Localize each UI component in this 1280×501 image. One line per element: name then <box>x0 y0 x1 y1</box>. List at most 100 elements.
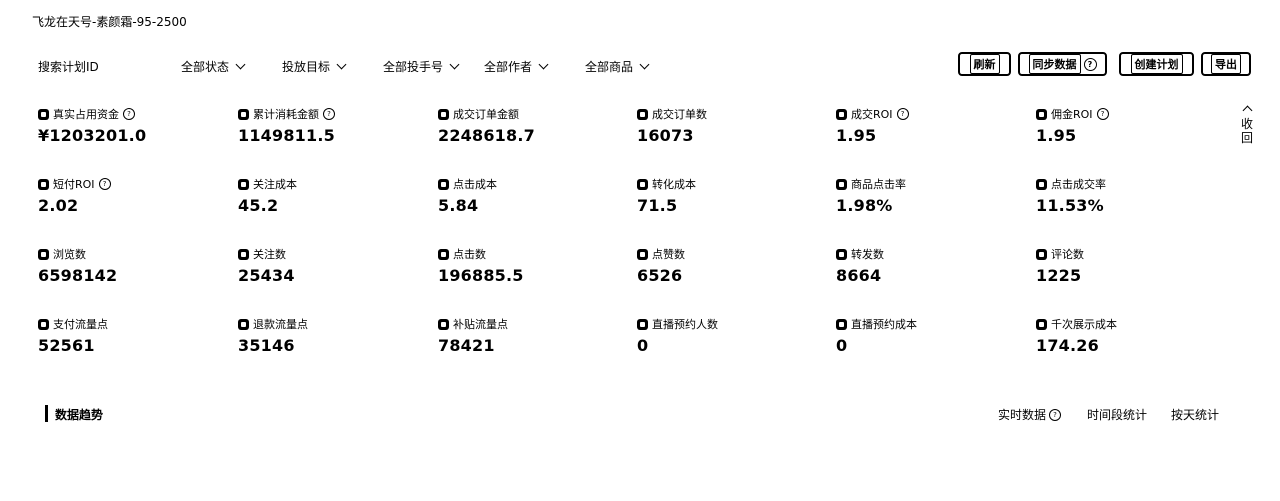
metric-icon <box>637 178 648 190</box>
metric-value: 25434 <box>238 266 295 285</box>
tab-daily-stats[interactable]: 按天统计 <box>1171 406 1219 423</box>
metric-value: 45.2 <box>238 196 279 215</box>
section-accent-bar <box>45 405 48 422</box>
filter-bar: 搜索计划ID 全部状态 投放目标 全部投手号 全部作者 全部商品 <box>38 58 678 76</box>
refresh-button[interactable]: 刷新 <box>958 52 1011 76</box>
metric-card: 千次展示成本 174.26 <box>1036 317 1216 355</box>
metric-value: 0 <box>836 336 848 355</box>
metric-icon <box>637 318 648 330</box>
metric-label-row: 点赞数 <box>637 247 817 261</box>
metric-value: 5.84 <box>438 196 479 215</box>
collapse-toggle[interactable]: 收回 <box>1240 105 1254 145</box>
metric-label: 短付ROI <box>53 178 95 191</box>
metric-card: 成交ROI? 1.95 <box>836 107 1016 145</box>
metric-card: 点击成交率 11.53% <box>1036 177 1216 215</box>
metric-label: 直播预约成本 <box>851 318 917 331</box>
metric-label: 转发数 <box>851 248 884 261</box>
metric-card: 真实占用资金? ¥1203201.0 <box>38 107 218 145</box>
metric-icon <box>38 318 49 330</box>
metric-label-row: 千次展示成本 <box>1036 317 1216 331</box>
metric-value: 6526 <box>637 266 683 285</box>
metric-value: 2248618.7 <box>438 126 535 145</box>
tab-realtime[interactable]: 实时数据 ? <box>998 406 1062 423</box>
metric-icon <box>1036 318 1047 330</box>
question-icon[interactable]: ? <box>896 108 909 120</box>
target-dropdown[interactable]: 投放目标 <box>282 58 347 75</box>
metric-icon <box>438 248 449 260</box>
metric-card: 成交订单金额 2248618.7 <box>438 107 618 145</box>
target-dropdown-label: 投放目标 <box>282 60 331 74</box>
product-dropdown[interactable]: 全部商品 <box>585 58 650 75</box>
chevron-down-icon <box>235 59 246 70</box>
metric-value: 1.95 <box>1036 126 1077 145</box>
metric-card: 商品点击率 1.98% <box>836 177 1016 215</box>
sync-data-button[interactable]: 同步数据 ? <box>1018 52 1107 76</box>
metric-label-row: 商品点击率 <box>836 177 1016 191</box>
metric-card: 关注数 25434 <box>238 247 418 285</box>
metric-label: 成交ROI <box>851 108 893 121</box>
metric-icon <box>238 178 249 190</box>
metric-card: 累计消耗金额? 1149811.5 <box>238 107 418 145</box>
chevron-down-icon <box>538 59 549 70</box>
metric-card: 佣金ROI? 1.95 <box>1036 107 1216 145</box>
metric-label-row: 直播预约成本 <box>836 317 1016 331</box>
metric-icon <box>238 108 249 120</box>
metric-icon <box>38 178 49 190</box>
metric-icon <box>438 108 449 120</box>
pitcher-dropdown[interactable]: 全部投手号 <box>383 58 460 75</box>
metric-label: 累计消耗金额 <box>253 108 319 121</box>
tab-period-stats[interactable]: 时间段统计 <box>1087 406 1147 423</box>
metric-label: 关注成本 <box>253 178 297 191</box>
metric-label: 支付流量点 <box>53 318 108 331</box>
export-button-label: 导出 <box>1211 54 1241 74</box>
metric-value: 6598142 <box>38 266 118 285</box>
metric-card: 转化成本 71.5 <box>637 177 817 215</box>
metric-icon <box>438 318 449 330</box>
metric-icon <box>438 178 449 190</box>
metric-card: 点击成本 5.84 <box>438 177 618 215</box>
question-icon[interactable]: ? <box>98 178 111 190</box>
metric-label: 点击数 <box>453 248 486 261</box>
search-plan-id-input[interactable]: 搜索计划ID <box>38 58 99 75</box>
metric-icon <box>1036 108 1047 120</box>
author-dropdown[interactable]: 全部作者 <box>484 58 549 75</box>
metric-label: 佣金ROI <box>1051 108 1093 121</box>
metric-value: 71.5 <box>637 196 678 215</box>
metric-label-row: 成交订单数 <box>637 107 817 121</box>
metric-icon <box>1036 248 1047 260</box>
metric-icon <box>38 108 49 120</box>
page-title: 飞龙在天号-素颜霜-95-2500 <box>32 15 187 29</box>
export-button[interactable]: 导出 <box>1201 52 1251 76</box>
question-icon[interactable]: ? <box>1096 108 1109 120</box>
metric-label-row: 点击数 <box>438 247 618 261</box>
metric-label-row: 点击成本 <box>438 177 618 191</box>
metric-value: 52561 <box>38 336 95 355</box>
metric-label-row: 累计消耗金额? <box>238 107 418 121</box>
author-dropdown-label: 全部作者 <box>484 60 533 74</box>
metric-card: 转发数 8664 <box>836 247 1016 285</box>
status-dropdown[interactable]: 全部状态 <box>181 58 246 75</box>
metric-label-row: 关注成本 <box>238 177 418 191</box>
metric-label-row: 佣金ROI? <box>1036 107 1216 121</box>
trend-section-title: 数据趋势 <box>55 408 104 422</box>
create-plan-button[interactable]: 创建计划 <box>1119 52 1194 76</box>
metric-label: 点击成本 <box>453 178 497 191</box>
metric-value: 35146 <box>238 336 295 355</box>
metric-label-row: 转化成本 <box>637 177 817 191</box>
metric-icon <box>637 248 648 260</box>
metric-card: 支付流量点 52561 <box>38 317 218 355</box>
metric-label-row: 短付ROI? <box>38 177 218 191</box>
metric-label-row: 成交ROI? <box>836 107 1016 121</box>
metric-icon <box>238 248 249 260</box>
metric-card: 浏览数 6598142 <box>38 247 218 285</box>
metric-label: 点击成交率 <box>1051 178 1106 191</box>
metric-icon <box>637 108 648 120</box>
question-icon[interactable]: ? <box>123 108 135 120</box>
chevron-down-icon <box>336 59 347 70</box>
product-dropdown-label: 全部商品 <box>585 60 634 74</box>
metric-value: 78421 <box>438 336 495 355</box>
metric-label-row: 支付流量点 <box>38 317 218 331</box>
question-icon[interactable]: ? <box>323 108 335 120</box>
refresh-button-label: 刷新 <box>969 54 1000 74</box>
metric-value: 1149811.5 <box>238 126 335 145</box>
